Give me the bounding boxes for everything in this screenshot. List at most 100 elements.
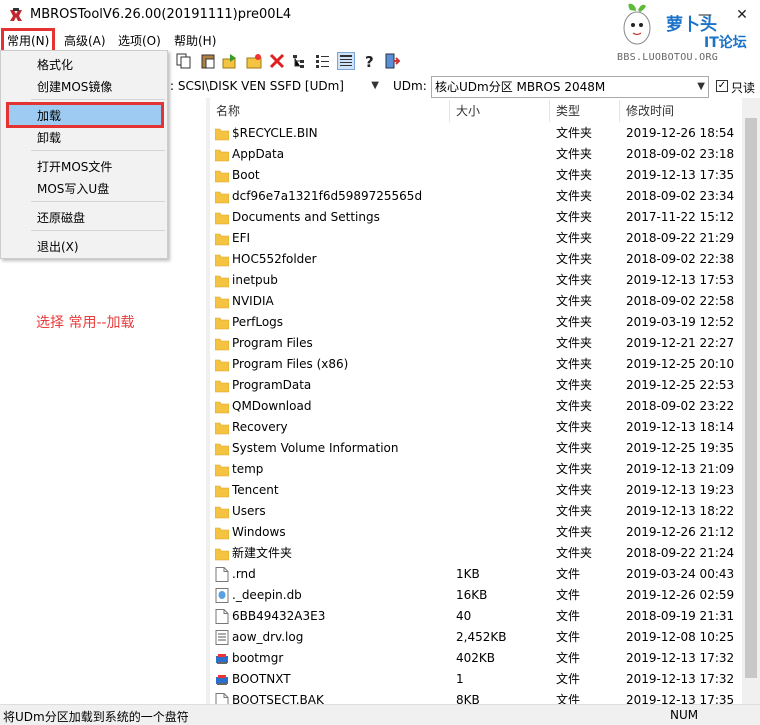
file-name: 新建文件夹 [232, 546, 293, 560]
table-row[interactable]: aow_drv.log 2,452KB 文件 2019-12-08 10:25 [210, 627, 742, 648]
cell-modified: 2019-12-13 17:32 [626, 672, 735, 686]
folder-icon [214, 525, 230, 540]
cell-modified: 2019-03-24 00:43 [626, 567, 735, 581]
exit-icon[interactable] [384, 53, 401, 69]
cell-name: Users [210, 501, 450, 522]
table-row[interactable]: System Volume Information 文件夹 2019-12-25 1… [210, 438, 742, 459]
table-row[interactable]: ._deepin.db 16KB 文件 2019-12-26 02:59 [210, 585, 742, 606]
file-icon [215, 567, 229, 582]
cell-type: 文件夹 [556, 525, 593, 539]
table-row[interactable]: BOOTNXT 1 文件 2019-12-13 17:32 [210, 669, 742, 690]
cell-name: NVIDIA [210, 291, 450, 312]
paste-icon[interactable] [200, 53, 216, 69]
readonly-checkbox[interactable]: ✓ [716, 80, 728, 92]
table-row[interactable]: 新建文件夹 文件夹 2018-09-22 21:24 [210, 543, 742, 564]
menu-item-create-mos-image[interactable]: 创建MOS镜像 [37, 78, 112, 95]
file-list[interactable]: 名称 大小 类型 修改时间 $RECYCLE.BIN 文件夹 2019-12-26 … [210, 98, 742, 704]
menu-options[interactable]: 选项(O) [118, 32, 161, 49]
folder-icon [214, 147, 230, 162]
cell-name: System Volume Information [210, 438, 450, 459]
cell-size [456, 291, 554, 312]
table-row[interactable]: Tencent 文件夹 2019-12-13 19:23 [210, 480, 742, 501]
table-row[interactable]: EFI 文件夹 2018-09-22 21:29 [210, 228, 742, 249]
watermark-subtitle: IT论坛 [704, 35, 747, 51]
table-row[interactable]: HOC552folder 文件夹 2018-09-02 22:38 [210, 249, 742, 270]
cell-name: BOOTNXT [210, 669, 450, 690]
table-row[interactable]: .rnd 1KB 文件 2019-03-24 00:43 [210, 564, 742, 585]
table-row[interactable]: ProgramData 文件夹 2019-12-25 22:53 [210, 375, 742, 396]
common-menu-dropdown: 格式化 创建MOS镜像 加载 卸载 打开MOS文件 MOS写入U盘 还原磁盘 退… [0, 50, 168, 259]
table-row[interactable]: 6BB49432A3E3 40 文件 2018-09-19 21:31 [210, 606, 742, 627]
table-row[interactable]: Documents and Settings 文件夹 2017-11-22 15:1… [210, 207, 742, 228]
folder-icon [214, 210, 230, 225]
menu-item-highlight [6, 102, 164, 128]
disk-select-value: : SCSI\DISK VEN SSFD [UDm] [170, 79, 344, 93]
menu-advanced[interactable]: 高级(A) [64, 32, 106, 49]
udm-partition-select[interactable]: 核心UDm分区 MBROS 2048M ▼ [431, 76, 709, 98]
system-file-icon [215, 651, 229, 666]
table-row[interactable]: Users 文件夹 2019-12-13 18:22 [210, 501, 742, 522]
table-row[interactable]: temp 文件夹 2019-12-13 21:09 [210, 459, 742, 480]
menu-help[interactable]: 帮助(H) [174, 32, 216, 49]
cell-modified: 2019-12-25 19:35 [626, 441, 735, 455]
table-row[interactable]: Program Files 文件夹 2019-12-21 22:27 [210, 333, 742, 354]
menu-item-exit[interactable]: 退出(X) [37, 238, 79, 255]
copy-icon[interactable] [176, 53, 192, 69]
table-row[interactable]: Windows 文件夹 2019-12-26 21:12 [210, 522, 742, 543]
details-view-icon[interactable] [337, 52, 355, 70]
column-size[interactable]: 大小 [450, 100, 550, 122]
file-name: dcf96e7a1321f6d5989725565d [232, 189, 423, 203]
table-row[interactable]: PerfLogs 文件夹 2019-03-19 12:52 [210, 312, 742, 333]
svg-text:?: ? [365, 53, 374, 69]
table-row[interactable]: Boot 文件夹 2019-12-13 17:35 [210, 165, 742, 186]
column-name[interactable]: 名称 [210, 100, 450, 122]
table-row[interactable]: Program Files (x86) 文件夹 2019-12-25 20:10 [210, 354, 742, 375]
table-row[interactable]: dcf96e7a1321f6d5989725565d 文件夹 2018-09-02 … [210, 186, 742, 207]
table-row[interactable]: QMDownload 文件夹 2018-09-02 23:22 [210, 396, 742, 417]
app-icon [8, 7, 24, 23]
cell-modified: 2018-09-22 21:29 [626, 231, 735, 245]
cell-size [456, 144, 554, 165]
menu-item-unmount[interactable]: 卸载 [37, 129, 61, 146]
menu-separator [31, 230, 165, 231]
cell-size [456, 186, 554, 207]
cell-name: QMDownload [210, 396, 450, 417]
menu-item-write-mos-usb[interactable]: MOS写入U盘 [37, 180, 109, 197]
tree-view-icon[interactable] [292, 53, 308, 69]
column-modified[interactable]: 修改时间 [620, 100, 742, 122]
cell-type: 文件 [556, 588, 581, 602]
delete-icon[interactable] [269, 53, 285, 69]
table-row[interactable]: inetpub 文件夹 2019-12-13 17:53 [210, 270, 742, 291]
help-icon[interactable]: ? [362, 53, 378, 71]
cell-size [456, 543, 554, 564]
menu-item-restore-disk[interactable]: 还原磁盘 [37, 209, 85, 226]
table-row[interactable]: bootmgr 402KB 文件 2019-12-13 17:32 [210, 648, 742, 669]
column-type[interactable]: 类型 [550, 100, 620, 122]
cell-size [456, 123, 554, 144]
cell-size [456, 249, 554, 270]
disk-select[interactable]: : SCSI\DISK VEN SSFD [UDm] ▼ [168, 76, 382, 98]
list-view-icon[interactable] [315, 53, 331, 69]
cell-name: Program Files [210, 333, 450, 354]
menu-item-open-mos-file[interactable]: 打开MOS文件 [37, 158, 112, 175]
udm-partition-value: 核心UDm分区 MBROS 2048M [435, 80, 606, 94]
menu-item-format[interactable]: 格式化 [37, 56, 73, 73]
table-row[interactable]: BOOTSECT.BAK 8KB 文件 2019-12-13 17:35 [210, 690, 742, 704]
table-row[interactable]: AppData 文件夹 2018-09-02 23:18 [210, 144, 742, 165]
cell-type: 文件 [556, 651, 581, 665]
status-text: 将UDm分区加载到系统的一个盘符 [3, 710, 189, 724]
table-row[interactable]: NVIDIA 文件夹 2018-09-02 22:58 [210, 291, 742, 312]
cell-name: BOOTSECT.BAK [210, 690, 450, 704]
new-folder-icon[interactable] [246, 53, 262, 69]
cell-size [456, 354, 554, 375]
table-row[interactable]: $RECYCLE.BIN 文件夹 2019-12-26 18:54 [210, 123, 742, 144]
vertical-scrollbar[interactable] [742, 98, 760, 704]
cell-modified: 2018-09-02 22:58 [626, 294, 735, 308]
cell-name: aow_drv.log [210, 627, 450, 648]
move-icon[interactable] [222, 53, 238, 69]
table-row[interactable]: Recovery 文件夹 2019-12-13 18:14 [210, 417, 742, 438]
scrollbar-thumb[interactable] [745, 118, 757, 678]
cell-name: Windows [210, 522, 450, 543]
cell-size [456, 438, 554, 459]
menu-item-mount[interactable]: 加载 [37, 107, 61, 124]
